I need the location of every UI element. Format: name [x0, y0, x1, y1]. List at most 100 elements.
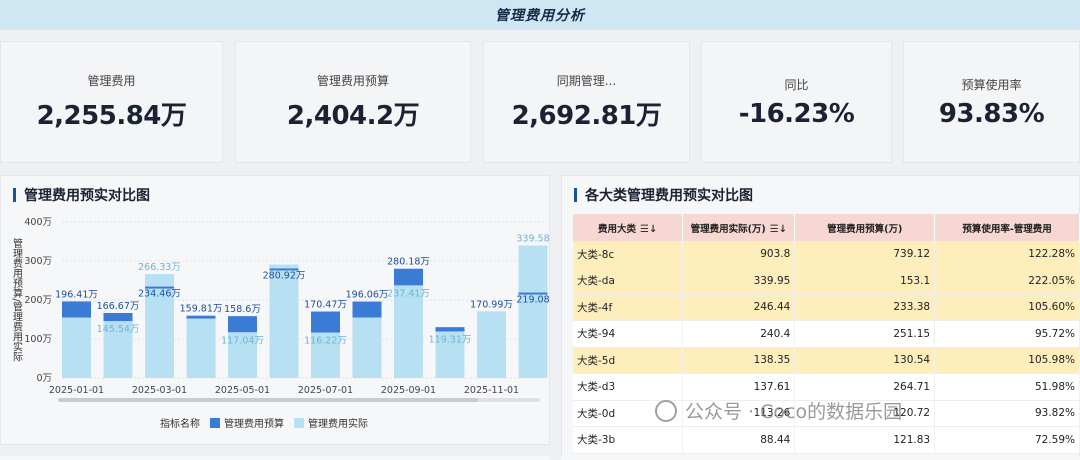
watermark-text: 公众号 · Coco的数据乐园 [685, 401, 903, 423]
bar-budget[interactable] [228, 316, 257, 333]
bar-actual[interactable] [518, 245, 548, 378]
x-tick-label: 2025-03-01 [132, 385, 187, 396]
bottom-panel-edge [561, 456, 1080, 460]
bottom-panel-edge [0, 456, 550, 460]
x-tick-label: 2025-07-01 [298, 385, 353, 396]
data-label-budget: 196.41万 [55, 289, 98, 300]
cell-category: 大类-4f [573, 294, 684, 321]
title-accent-bar [574, 188, 577, 202]
legend-label-budget[interactable]: 管理费用预算 [224, 415, 284, 430]
cell-budget: 233.38 [794, 294, 936, 321]
cell-actual: 138.35 [682, 347, 796, 374]
cell-budget: 130.54 [794, 347, 936, 374]
y-tick-label: 100万 [24, 334, 52, 345]
bar-budget[interactable] [394, 268, 423, 286]
bar-actual[interactable] [186, 318, 216, 378]
wechat-icon [655, 399, 677, 422]
table-row[interactable]: 大类-3b 88.44 121.83 72.59% [573, 426, 1080, 454]
table-row[interactable]: 大类-da 339.95 153.1 222.05% [573, 267, 1080, 295]
data-label-actual: 145.54万 [97, 324, 140, 335]
data-label-budget: 280.92万 [263, 270, 306, 281]
cell-budget: 121.83 [794, 426, 936, 454]
data-label-budget: 170.47万 [304, 300, 347, 311]
kpi-label: 同比 [784, 77, 809, 92]
col-header-budget[interactable]: 管理费用预算(万) [794, 214, 936, 241]
data-label-actual: 116.22万 [304, 336, 347, 347]
kpi-label: 同期管理... [556, 74, 617, 88]
data-label-actual: 266.33万 [138, 262, 181, 273]
y-axis-label: 管理费用预算/管理费用实际 [11, 237, 23, 362]
chart-scrollbar-thumb[interactable] [58, 398, 478, 402]
col-header-actual[interactable]: 管理费用实际(万) ☰↓ [682, 214, 796, 241]
table-row[interactable]: 大类-94 240.4 251.15 95.72% [573, 320, 1080, 348]
table-row[interactable]: 大类-4f 246.44 233.38 105.60% [573, 294, 1080, 321]
bar-actual[interactable] [477, 311, 506, 378]
legend-swatch-budget[interactable] [210, 417, 220, 428]
cell-actual: 88.44 [682, 426, 796, 454]
bar-budget[interactable] [435, 327, 465, 332]
data-label-actual: 339.58 [516, 234, 549, 245]
cell-usage-rate: 72.59% [934, 426, 1080, 454]
col-header-usage-rate[interactable]: 预算使用率-管理费用 [934, 214, 1080, 241]
col-header-category[interactable]: 费用大类 ☰↓ [573, 214, 684, 241]
table-row[interactable]: 大类-8c 903.8 739.12 122.28% [573, 241, 1080, 268]
legend-label-actual[interactable]: 管理费用实际 [308, 415, 368, 430]
cell-usage-rate: 95.72% [934, 320, 1080, 348]
y-tick-label: 400万 [24, 217, 52, 228]
x-tick-label: 2025-11-01 [464, 385, 519, 396]
legend-swatch-actual[interactable] [294, 417, 304, 428]
data-label-budget: 196.06万 [346, 290, 389, 301]
data-label-budget: 280.18万 [387, 257, 430, 268]
watermark: 公众号 · Coco的数据乐园 [655, 397, 902, 424]
data-label-budget: 170.99万 [470, 299, 513, 310]
x-tick-label: 2025-09-01 [381, 385, 436, 396]
data-label-budget: 234.46万 [138, 289, 181, 300]
cell-actual: 240.4 [682, 320, 796, 348]
sort-icon[interactable]: ☰↓ [640, 224, 657, 235]
cell-category: 大类-8c [573, 241, 684, 268]
data-label-budget: 159.81万 [180, 304, 223, 315]
data-label-budget: 219.08 [516, 295, 549, 306]
data-label-budget: 166.67万 [97, 301, 140, 312]
x-tick-label: 2025-01-01 [49, 385, 104, 396]
y-tick-label: 200万 [24, 295, 52, 306]
sort-icon[interactable]: ☰↓ [770, 224, 787, 235]
kpi-card-yoy: 同比 -16.23% [701, 41, 892, 163]
data-label-actual: 237.41万 [387, 288, 430, 299]
cell-budget: 153.1 [794, 267, 936, 295]
bar-budget[interactable] [62, 301, 91, 318]
bar-budget[interactable] [103, 312, 133, 322]
cell-category: 大类-94 [573, 320, 684, 348]
kpi-card-budget-usage: 预算使用率 93.83% [903, 41, 1080, 163]
bar-budget[interactable] [186, 315, 216, 319]
budget-actual-bar-chart[interactable]: 管理费用预算/管理费用实际 0万 100万 200万 300万 400万 196.41万 14… [0, 0, 550, 445]
cell-category: 大类-3b [573, 426, 684, 454]
kpi-value: -16.23% [738, 98, 855, 129]
table-header-row: 费用大类 ☰↓ 管理费用实际(万) ☰↓ 管理费用预算(万) 预算使用率-管理费用 [573, 214, 1080, 241]
panel-title-text: 各大类管理费用预实对比图 [585, 188, 753, 204]
cell-usage-rate: 93.82% [934, 400, 1080, 427]
bar-budget[interactable] [352, 301, 382, 318]
kpi-value: 93.83% [938, 98, 1045, 129]
cell-actual: 903.8 [682, 241, 796, 268]
legend-title: 指标名称 [160, 419, 200, 430]
cell-usage-rate: 105.98% [934, 347, 1080, 374]
bar-budget[interactable] [311, 311, 340, 333]
bar-actual[interactable] [269, 264, 299, 378]
cell-category: 大类-da [573, 267, 684, 295]
cell-budget: 739.12 [794, 241, 936, 268]
y-tick-label: 300万 [24, 256, 52, 267]
data-label-actual: 119.31万 [429, 334, 472, 345]
cell-category: 大类-5d [573, 347, 684, 374]
cell-actual: 339.95 [682, 267, 796, 295]
bar-actual[interactable] [352, 317, 382, 378]
cell-actual: 246.44 [682, 294, 796, 321]
table-row[interactable]: 大类-5d 138.35 130.54 105.98% [573, 347, 1080, 374]
cell-usage-rate: 105.60% [934, 294, 1080, 321]
cell-budget: 251.15 [794, 320, 936, 348]
bar-actual[interactable] [62, 317, 91, 378]
data-label-actual: 117.04万 [221, 335, 264, 346]
cell-usage-rate: 122.28% [934, 241, 1080, 268]
cell-usage-rate: 222.05% [934, 267, 1080, 295]
panel-title: 各大类管理费用预实对比图 [574, 185, 753, 205]
